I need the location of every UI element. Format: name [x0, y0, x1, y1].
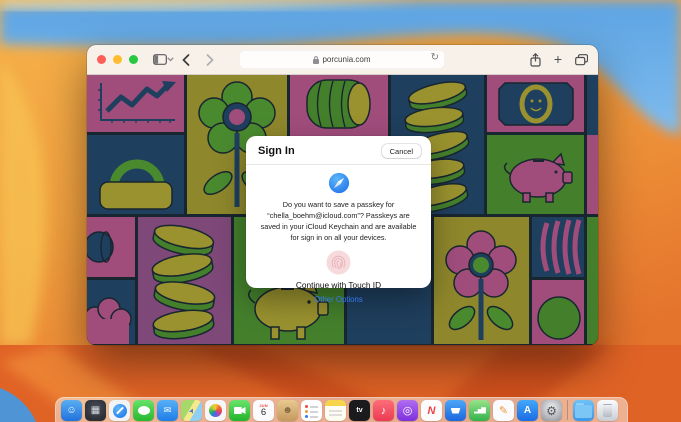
dock-facetime-icon[interactable] [229, 400, 250, 421]
dock-numbers-icon[interactable] [469, 400, 490, 421]
dock-trash-icon[interactable] [597, 400, 618, 421]
tile-magenta-piggy-bank [487, 135, 584, 214]
dock-reminders-icon[interactable] [301, 400, 322, 421]
safari-compass-icon [328, 172, 350, 194]
dock-mail-icon[interactable] [157, 400, 178, 421]
dock-safari-icon[interactable] [109, 400, 130, 421]
dock-calendar-icon[interactable]: JUN6 [253, 400, 274, 421]
dialog-title: Sign In [258, 145, 295, 157]
continue-with-touch-id-label: Continue with Touch ID [296, 280, 381, 290]
tile-green-circle [532, 280, 584, 344]
dialog-body: Do you want to save a passkey for “chell… [246, 165, 431, 312]
cancel-button[interactable]: Cancel [382, 144, 421, 158]
tile-magenta-flower [434, 217, 529, 344]
other-options-link[interactable]: Other Options [314, 295, 363, 304]
url-text: porcunia.com [322, 55, 370, 64]
dock-news-icon[interactable] [421, 400, 442, 421]
dock-appletv-icon[interactable]: tv [349, 400, 370, 421]
safari-toolbar: porcunia.com ↻ + [87, 45, 598, 75]
forward-icon[interactable] [206, 54, 214, 66]
close-button[interactable] [97, 55, 106, 64]
dock-pages-icon[interactable] [493, 400, 514, 421]
dock-finder-icon[interactable] [61, 400, 82, 421]
dock-messages-icon[interactable] [133, 400, 154, 421]
passkey-dialog: Sign In Cancel Do you want to save a pas… [246, 136, 431, 288]
calendar-day-label: 6 [261, 408, 266, 418]
dock-maps-icon[interactable] [181, 400, 202, 421]
zoom-button[interactable] [129, 55, 138, 64]
dialog-header: Sign In Cancel [246, 136, 431, 165]
dock-launchpad-icon[interactable] [85, 400, 106, 421]
share-icon[interactable] [530, 53, 541, 67]
tab-overview-icon[interactable] [575, 54, 588, 66]
passkey-message: Do you want to save a passkey for “chell… [259, 200, 418, 244]
tile-line-chart [87, 75, 184, 132]
tile-edge-strip-3 [587, 217, 598, 344]
dock-photos-icon[interactable] [205, 400, 226, 421]
touch-id-icon [326, 250, 351, 275]
new-tab-icon[interactable]: + [554, 52, 562, 66]
reload-icon[interactable]: ↻ [431, 52, 439, 63]
dock-music-icon[interactable] [373, 400, 394, 421]
chevron-down-icon[interactable] [167, 57, 174, 62]
tile-dollar-bill [487, 75, 584, 132]
tile-tall-coin-stack [138, 217, 231, 344]
safari-window: porcunia.com ↻ + [87, 45, 598, 345]
tile-edge-strip-2 [587, 135, 598, 214]
dock-contacts-icon[interactable] [277, 400, 298, 421]
tile-cloud-blob [87, 280, 135, 344]
dock-podcasts-icon[interactable] [397, 400, 418, 421]
minimize-button[interactable] [113, 55, 122, 64]
desktop: porcunia.com ↻ + [0, 0, 681, 422]
url-field[interactable]: porcunia.com ↻ [239, 50, 445, 69]
dock-appstore-icon[interactable] [517, 400, 538, 421]
tile-handbag [87, 135, 184, 214]
tile-coin-side [87, 217, 135, 277]
dock-divider [567, 400, 568, 420]
back-icon[interactable] [182, 54, 190, 66]
dock-keynote-icon[interactable] [445, 400, 466, 421]
dock-settings-icon[interactable] [541, 400, 562, 421]
sidebar-icon[interactable] [153, 54, 167, 65]
tile-coin-roll-end [532, 217, 584, 277]
appletv-glyph: tv [356, 407, 362, 414]
dock: JUN6 tv [55, 397, 628, 422]
dock-notes-icon[interactable] [325, 400, 346, 421]
lock-icon [313, 56, 319, 64]
dock-downloads-icon[interactable] [573, 400, 594, 421]
webpage-content: Sign In Cancel Do you want to save a pas… [87, 75, 598, 345]
